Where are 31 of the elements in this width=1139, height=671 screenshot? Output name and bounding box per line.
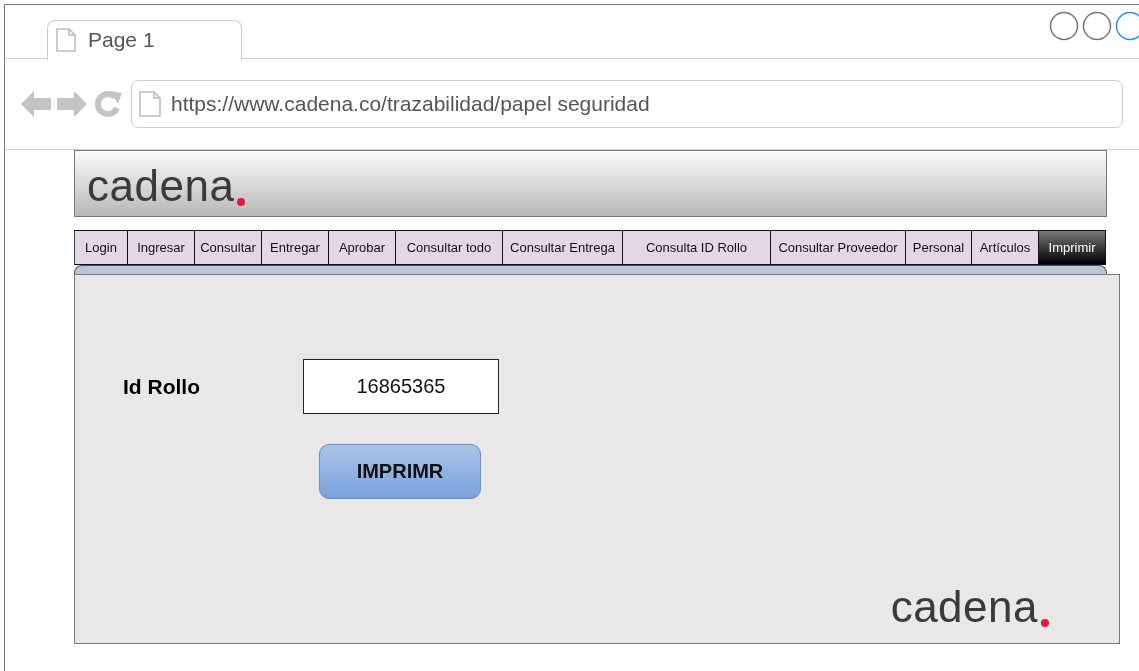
id-field[interactable]: 16865365 bbox=[303, 359, 499, 414]
tab-title: Page 1 bbox=[88, 28, 155, 52]
url-text: https://www.cadena.co/trazabilidad/papel seguridad bbox=[171, 92, 650, 116]
nav-tab[interactable]: Ingresar bbox=[128, 230, 195, 265]
logo-dot-icon bbox=[237, 198, 246, 206]
browser-tab[interactable]: Page 1 bbox=[47, 19, 242, 60]
page-icon bbox=[139, 91, 161, 117]
nav-tab[interactable]: Consultar Proveedor bbox=[771, 230, 906, 265]
logo: cadena bbox=[87, 164, 235, 208]
nav-tab[interactable]: Artículos bbox=[972, 230, 1039, 265]
window-button-icon[interactable] bbox=[1049, 11, 1079, 41]
nav-tab[interactable]: Consulta ID Rollo bbox=[623, 230, 771, 265]
window-button-icon[interactable] bbox=[1115, 11, 1139, 41]
nav-tab[interactable]: Login bbox=[74, 230, 128, 265]
reload-icon[interactable] bbox=[93, 89, 123, 119]
nav-tab[interactable]: Consultar todo bbox=[396, 230, 503, 265]
nav-tab[interactable]: Consultar Entrega bbox=[503, 230, 623, 265]
print-button[interactable]: IMPRIMR bbox=[319, 444, 481, 499]
nav-tab[interactable]: Aprobar bbox=[329, 230, 396, 265]
nav-tab[interactable]: Personal bbox=[906, 230, 972, 265]
logo: cadena bbox=[890, 585, 1038, 629]
nav-tab[interactable]: Entregar bbox=[262, 230, 329, 265]
nav-tab[interactable]: Imprimir bbox=[1039, 230, 1106, 265]
forward-arrow-icon[interactable] bbox=[57, 91, 87, 117]
window-button-icon[interactable] bbox=[1082, 11, 1112, 41]
back-arrow-icon[interactable] bbox=[21, 91, 51, 117]
nav-tab[interactable]: Consultar bbox=[195, 230, 262, 265]
field-label: Id Rollo bbox=[123, 374, 201, 399]
address-bar[interactable]: https://www.cadena.co/trazabilidad/papel seguridad bbox=[131, 80, 1123, 128]
logo-dot-icon bbox=[1041, 619, 1049, 627]
page-icon bbox=[56, 28, 76, 52]
